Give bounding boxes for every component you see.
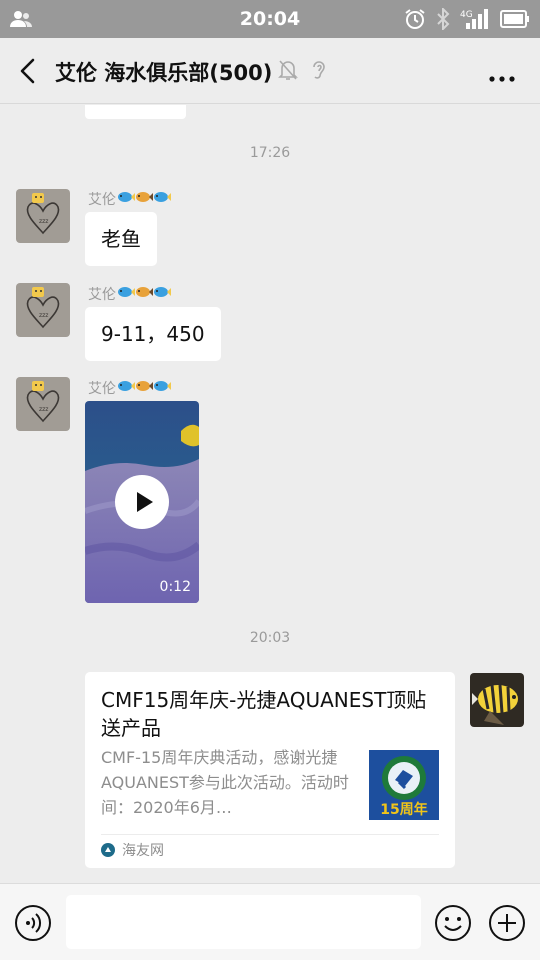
sender-avatar[interactable]: zzz [16,283,70,337]
svg-text:zzz: zzz [39,406,48,413]
fish-icon [153,192,171,208]
fish-emoji-row [117,379,171,397]
tropical-fish-icon [135,381,153,397]
my-avatar[interactable] [470,673,524,727]
chat-header: 艾伦 海水俱乐部(500) [0,38,540,104]
tropical-fish-icon [135,287,153,303]
timestamp: 17:26 [249,145,291,161]
message-input[interactable] [66,895,421,949]
svg-text:zzz: zzz [39,218,48,225]
fish-emoji-row [117,285,171,303]
svg-text:15周年: 15周年 [380,801,427,818]
alarm-icon [404,8,426,34]
video-duration: 0:12 [159,579,191,595]
fish-emoji-row [117,190,171,208]
message-list[interactable]: 17:26 zzz 艾伦 老鱼 zzz 艾伦 9-11，450 zzz 艾伦 0… [0,105,540,883]
voice-icon[interactable] [14,904,52,942]
status-bar: 20:04 4G [0,0,540,38]
more-icon[interactable] [488,68,516,82]
fish-icon [117,287,135,303]
card-description: CMF-15周年庆典活动，感谢光捷AQUANEST参与此次活动。活动时间：202… [101,748,349,817]
chat-title[interactable]: 艾伦 海水俱乐部(500) [55,57,272,87]
fish-icon [153,287,171,303]
bluetooth-icon [436,6,450,34]
play-icon[interactable] [115,475,169,529]
source-icon [101,843,115,857]
timestamp: 20:03 [249,630,291,646]
fish-icon [117,192,135,208]
signal-4g-icon: 4G [460,8,490,34]
fish-icon [153,381,171,397]
sender-name: 艾伦 [88,378,171,398]
card-divider [101,834,439,835]
sender-avatar[interactable]: zzz [16,377,70,431]
card-thumbnail: 15周年 [369,750,439,820]
back-icon[interactable] [14,56,44,86]
message-bubble[interactable]: 老鱼 [85,212,157,266]
sender-name: 艾伦 [88,189,171,209]
emoji-icon[interactable] [434,904,472,942]
svg-text:4G: 4G [460,10,473,20]
sender-avatar[interactable]: zzz [16,189,70,243]
plus-icon[interactable] [488,904,526,942]
message-bubble[interactable]: 9-11，450 [85,307,221,361]
video-message[interactable]: 0:12 [85,401,199,603]
mute-bell-icon [278,59,298,85]
previous-message-bubble[interactable] [85,105,186,119]
input-bar [0,883,540,960]
battery-icon [500,9,530,33]
card-source: 海友网 [101,840,164,860]
sender-name: 艾伦 [88,284,171,304]
svg-text:zzz: zzz [39,312,48,319]
link-card[interactable]: CMF15周年庆-光捷AQUANEST顶贴送产品 CMF-15周年庆典活动，感谢… [85,672,455,868]
card-title: CMF15周年庆-光捷AQUANEST顶贴送产品 [101,688,427,740]
fish-icon [117,381,135,397]
earpiece-icon [310,59,328,85]
tropical-fish-icon [135,192,153,208]
